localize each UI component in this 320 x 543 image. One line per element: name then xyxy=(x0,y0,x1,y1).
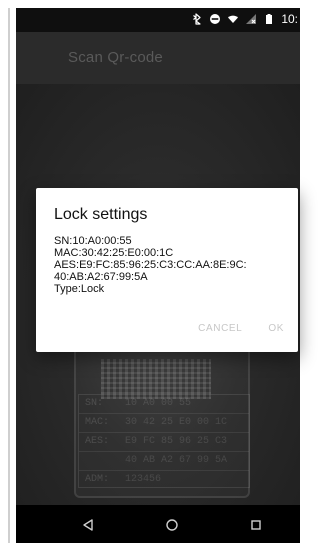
back-button[interactable] xyxy=(78,515,98,535)
status-bar: 10: xyxy=(16,8,300,32)
label-row: AES: E9 FC 85 96 25 C3 xyxy=(79,433,249,452)
label-value: E9 FC 85 96 25 C3 xyxy=(125,436,228,447)
wifi-icon xyxy=(227,13,239,25)
device-label-table: SN: 10 A0 00 55 MAC: 30 42 25 E0 00 1C A… xyxy=(78,394,250,488)
label-row: SN: 10 A0 00 55 xyxy=(79,395,249,414)
recent-apps-button[interactable] xyxy=(246,515,266,535)
no-signal-icon xyxy=(245,13,257,25)
dialog-message: SN:10:A0:00:55 MAC:30:42:25:E0:00:1C AES… xyxy=(54,235,284,295)
dialog-line: MAC:30:42:25:E0:00:1C xyxy=(54,247,174,259)
label-row: 40 AB A2 67 99 5A xyxy=(79,452,249,471)
border-line xyxy=(8,8,10,543)
label-value: 123456 xyxy=(125,474,162,485)
dialog-line: 40:AB:A2:67:99:5A xyxy=(54,271,148,283)
label-key: SN: xyxy=(85,398,104,409)
label-value: 30 42 25 E0 00 1C xyxy=(125,417,228,428)
back-icon xyxy=(81,518,95,532)
lock-settings-dialog: Lock settings SN:10:A0:00:55 MAC:30:42:2… xyxy=(36,188,298,352)
label-row: MAC: 30 42 25 E0 00 1C xyxy=(79,414,249,433)
label-row: ADM: 123456 xyxy=(79,471,249,489)
bluetooth-icon xyxy=(191,13,203,25)
dialog-line: SN:10:A0:00:55 xyxy=(54,235,132,247)
dialog-line: Type:Lock xyxy=(54,283,105,295)
screenshot-left-border xyxy=(0,0,16,543)
app-bar: Scan Qr-code xyxy=(16,32,300,84)
battery-icon xyxy=(263,13,275,25)
do-not-disturb-icon xyxy=(209,13,221,25)
dialog-title: Lock settings xyxy=(54,206,148,223)
recent-apps-icon xyxy=(249,518,263,532)
label-key: AES: xyxy=(85,436,110,447)
label-key: MAC: xyxy=(85,417,110,428)
home-icon xyxy=(165,518,179,532)
label-value: 10 A0 00 55 xyxy=(125,398,192,409)
label-value: 40 AB A2 67 99 5A xyxy=(125,455,228,466)
status-icons: 10: xyxy=(191,12,298,26)
navigation-bar xyxy=(16,505,300,543)
app-title: Scan Qr-code xyxy=(68,49,163,66)
cancel-button[interactable]: CANCEL xyxy=(198,323,242,334)
ok-button[interactable]: OK xyxy=(268,323,284,334)
dialog-line: AES:E9:FC:85:96:25:C3:CC:AA:8E:9C: xyxy=(54,259,247,271)
dialog-actions: CANCEL OK xyxy=(198,323,284,334)
home-button[interactable] xyxy=(162,515,182,535)
label-key: ADM: xyxy=(85,474,110,485)
qr-code-image xyxy=(101,359,211,399)
status-time: 10: xyxy=(281,12,298,26)
